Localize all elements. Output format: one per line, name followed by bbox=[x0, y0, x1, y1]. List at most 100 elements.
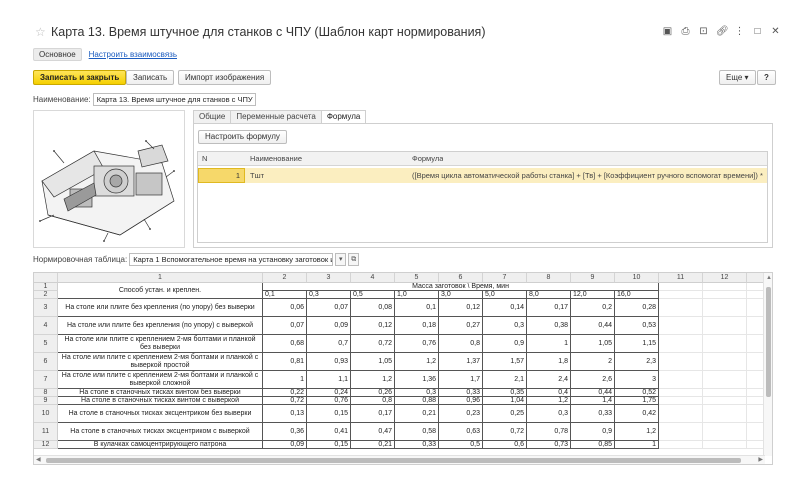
row-header[interactable]: 8 bbox=[34, 389, 58, 397]
method-label-cell[interactable]: На столе или плите без крепления (по упо… bbox=[58, 299, 263, 317]
row-header[interactable]: 9 bbox=[34, 397, 58, 405]
more-icon[interactable]: ⋮ bbox=[734, 26, 745, 38]
time-value-cell[interactable]: 0,68 bbox=[263, 335, 307, 353]
row-header[interactable]: 3 bbox=[34, 299, 58, 317]
time-value-cell[interactable]: 0,21 bbox=[351, 441, 395, 449]
time-value-cell[interactable]: 1,57 bbox=[483, 353, 527, 371]
mass-value-cell[interactable]: 16,0 bbox=[615, 291, 659, 299]
time-value-cell[interactable]: 0,33 bbox=[439, 389, 483, 397]
time-value-cell[interactable]: 0,3 bbox=[483, 317, 527, 335]
time-value-cell[interactable]: 0,17 bbox=[351, 405, 395, 423]
row-formula[interactable]: ([Время цикла автоматической работы стан… bbox=[412, 168, 764, 183]
time-value-cell[interactable]: 0,9 bbox=[571, 423, 615, 441]
column-header[interactable]: 11 bbox=[659, 273, 703, 283]
horizontal-scrollbar[interactable]: ◀ ▶ bbox=[34, 455, 765, 464]
scroll-up-icon[interactable]: ▲ bbox=[766, 274, 772, 282]
empty-cell[interactable] bbox=[659, 371, 703, 389]
empty-cell[interactable] bbox=[703, 389, 747, 397]
time-value-cell[interactable]: 2,6 bbox=[571, 371, 615, 389]
mass-value-cell[interactable]: 3,0 bbox=[439, 291, 483, 299]
tab-main[interactable]: Основное bbox=[33, 47, 82, 61]
time-value-cell[interactable]: 0,23 bbox=[439, 405, 483, 423]
empty-cell[interactable] bbox=[703, 423, 747, 441]
table-row[interactable]: 1 Тшт ([Время цикла автоматической работ… bbox=[198, 168, 767, 183]
time-value-cell[interactable]: 1,75 bbox=[615, 397, 659, 405]
time-value-cell[interactable]: 0,07 bbox=[263, 317, 307, 335]
empty-cell[interactable] bbox=[703, 371, 747, 389]
tab-general[interactable]: Общие bbox=[193, 110, 232, 124]
time-value-cell[interactable]: 0,09 bbox=[307, 317, 351, 335]
mass-value-cell[interactable]: 12,0 bbox=[571, 291, 615, 299]
time-value-cell[interactable]: 0,93 bbox=[307, 353, 351, 371]
time-value-cell[interactable]: 2 bbox=[571, 353, 615, 371]
time-value-cell[interactable]: 0,12 bbox=[439, 299, 483, 317]
empty-cell[interactable] bbox=[703, 283, 747, 291]
time-value-cell[interactable]: 0,72 bbox=[263, 397, 307, 405]
row-header[interactable]: 4 bbox=[34, 317, 58, 335]
column-header[interactable]: 3 bbox=[307, 273, 351, 283]
print-icon[interactable]: ⎙ bbox=[680, 26, 691, 38]
mass-value-cell[interactable]: 8,0 bbox=[527, 291, 571, 299]
method-label-cell[interactable]: На столе в станочных тисках эксцентриком… bbox=[58, 423, 263, 441]
row-header[interactable]: 6 bbox=[34, 353, 58, 371]
time-value-cell[interactable]: 1,1 bbox=[307, 371, 351, 389]
column-header[interactable]: 12 bbox=[703, 273, 747, 283]
method-label-cell[interactable]: На столе или плите без крепления (по упо… bbox=[58, 317, 263, 335]
method-label-cell[interactable]: На столе в станочных тисках винтом без в… bbox=[58, 389, 263, 397]
time-value-cell[interactable]: 2,1 bbox=[483, 371, 527, 389]
time-value-cell[interactable]: 1,36 bbox=[395, 371, 439, 389]
time-value-cell[interactable]: 0,63 bbox=[439, 423, 483, 441]
configure-formula-button[interactable]: Настроить формулу bbox=[198, 130, 287, 144]
time-value-cell[interactable]: 0,28 bbox=[615, 299, 659, 317]
time-value-cell[interactable]: 3 bbox=[615, 371, 659, 389]
time-value-cell[interactable]: 0,58 bbox=[395, 423, 439, 441]
tab-variables[interactable]: Переменные расчета bbox=[230, 110, 322, 124]
tab-formula[interactable]: Формула bbox=[320, 110, 367, 124]
time-value-cell[interactable]: 1,4 bbox=[571, 397, 615, 405]
scroll-right-icon[interactable]: ▶ bbox=[758, 456, 763, 464]
link-icon[interactable]: 🔗︎ bbox=[716, 26, 729, 38]
time-value-cell[interactable]: 0,6 bbox=[483, 441, 527, 449]
mass-header-cell[interactable]: Масса заготовок \ Время, мин bbox=[263, 283, 659, 291]
empty-cell[interactable] bbox=[659, 299, 703, 317]
norm-spreadsheet[interactable]: 1 0,85 0,73 0,6 0,5 0,33 0,21 0,15 0,09 В кулачка… bbox=[33, 272, 773, 465]
row-header[interactable]: 11 bbox=[34, 423, 58, 441]
time-value-cell[interactable]: 1,15 bbox=[615, 335, 659, 353]
header-formula[interactable]: Формула bbox=[412, 152, 443, 166]
time-value-cell[interactable]: 0,88 bbox=[395, 397, 439, 405]
vertical-scrollbar[interactable]: ▲ bbox=[763, 273, 772, 456]
time-value-cell[interactable]: 1,7 bbox=[439, 371, 483, 389]
time-value-cell[interactable]: 2,4 bbox=[527, 371, 571, 389]
time-value-cell[interactable]: 0,15 bbox=[307, 405, 351, 423]
time-value-cell[interactable]: 0,8 bbox=[351, 397, 395, 405]
time-value-cell[interactable]: 0,14 bbox=[483, 299, 527, 317]
time-value-cell[interactable]: 0,4 bbox=[527, 389, 571, 397]
empty-cell[interactable] bbox=[659, 317, 703, 335]
time-value-cell[interactable]: 0,22 bbox=[263, 389, 307, 397]
time-value-cell[interactable]: 0,44 bbox=[571, 389, 615, 397]
configure-relations-link[interactable]: Настроить взаимосвязь bbox=[89, 50, 177, 59]
scroll-left-icon[interactable]: ◀ bbox=[36, 456, 41, 464]
time-value-cell[interactable]: 0,06 bbox=[263, 299, 307, 317]
empty-cell[interactable] bbox=[659, 335, 703, 353]
time-value-cell[interactable]: 1,04 bbox=[483, 397, 527, 405]
row-header[interactable]: 12 bbox=[34, 441, 58, 449]
column-header[interactable]: 5 bbox=[395, 273, 439, 283]
column-header[interactable]: 10 bbox=[615, 273, 659, 283]
row-number[interactable]: 1 bbox=[198, 168, 245, 183]
row-header[interactable]: 1 bbox=[34, 283, 58, 291]
method-label-cell[interactable]: На столе в станочных тисках винтом с выв… bbox=[58, 397, 263, 405]
time-value-cell[interactable]: 0,85 bbox=[571, 441, 615, 449]
time-value-cell[interactable]: 1 bbox=[527, 335, 571, 353]
favorite-star-icon[interactable]: ☆ bbox=[35, 26, 46, 38]
time-value-cell[interactable]: 0,52 bbox=[615, 389, 659, 397]
name-input[interactable]: Карта 13. Время штучное для станков с ЧП… bbox=[92, 93, 256, 106]
time-value-cell[interactable]: 1,2 bbox=[527, 397, 571, 405]
time-value-cell[interactable]: 0,47 bbox=[351, 423, 395, 441]
empty-cell[interactable] bbox=[703, 335, 747, 353]
time-value-cell[interactable]: 1,2 bbox=[615, 423, 659, 441]
column-header[interactable]: 9 bbox=[571, 273, 615, 283]
empty-cell[interactable] bbox=[703, 405, 747, 423]
time-value-cell[interactable]: 0,33 bbox=[395, 441, 439, 449]
time-value-cell[interactable]: 0,44 bbox=[571, 317, 615, 335]
